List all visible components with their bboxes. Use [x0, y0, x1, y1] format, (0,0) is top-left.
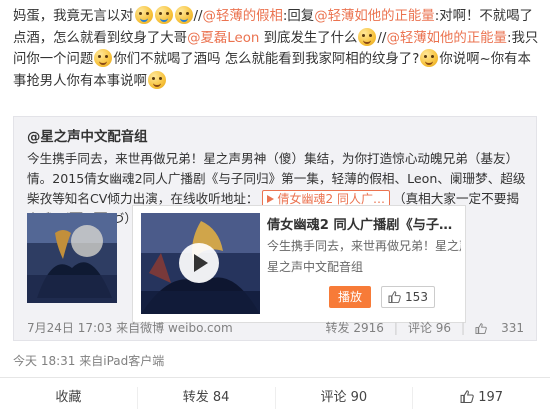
post-text-part: :回复: [282, 9, 315, 24]
thinking-emoji-icon: [358, 27, 377, 46]
repost-like[interactable]: 331: [475, 321, 524, 335]
repost-comment-count[interactable]: 评论 96: [408, 321, 451, 335]
like-button[interactable]: 197: [413, 387, 550, 409]
repost-author[interactable]: @星之声中文配音组: [27, 125, 148, 145]
thumbs-up-icon: [388, 291, 401, 303]
thumbs-up-icon: [475, 323, 487, 334]
user-link-qingbo-zhengnengliang[interactable]: @轻薄如他的正能量: [314, 9, 435, 24]
laugh-cry-emoji-icon: [174, 6, 193, 24]
video-card[interactable]: 倩女幽魂2 同人广播剧《与子同归》… 今生携手同去，来世再做兄弟！星之声… 星之…: [132, 205, 466, 323]
sad-emoji-icon: [420, 49, 439, 67]
thumbs-up-icon: [460, 389, 474, 403]
comment-button[interactable]: 评论 90: [276, 386, 414, 409]
sad-emoji-icon: [94, 49, 113, 67]
video-icon: [266, 195, 274, 203]
laugh-cry-emoji-icon: [154, 6, 173, 24]
post-text-part: 到底发生了什么: [259, 30, 358, 46]
video-like-count: 153: [405, 290, 428, 304]
post-action-bar: 收藏 转发 84 评论 90 197: [0, 377, 550, 417]
repost-source[interactable]: 来自微博 weibo.com: [116, 321, 233, 335]
divider: |: [461, 321, 466, 335]
repost-like-count: 331: [501, 321, 524, 335]
repost-image-thumbnail[interactable]: [27, 213, 117, 303]
like-count: 197: [478, 389, 504, 405]
video-poster[interactable]: [141, 213, 260, 314]
repost-actions: 转发 2916 | 评论 96 | 331: [316, 319, 524, 336]
post-time[interactable]: 今天 18:31: [13, 354, 75, 368]
post-text-part: 妈蛋，我竟无言以对: [13, 9, 134, 24]
play-button[interactable]: 播放: [329, 286, 371, 308]
favorite-button[interactable]: 收藏: [0, 386, 138, 409]
play-icon[interactable]: [179, 243, 219, 283]
post-meta: 今天 18:31 来自iPad客户端: [13, 352, 164, 369]
post-text-part: //: [193, 9, 203, 24]
divider: |: [393, 321, 398, 335]
repost-meta: 7月24日 17:03 来自微博 weibo.com: [27, 319, 233, 336]
video-like-button[interactable]: 153: [381, 286, 435, 308]
post-text: 妈蛋，我竟无言以对//@轻薄的假相:回复@轻薄如他的正能量:对啊！不就喝了点酒，…: [13, 6, 540, 92]
forward-button[interactable]: 转发 84: [138, 386, 276, 409]
video-description: 今生携手同去，来世再做兄弟！星之声…: [267, 239, 461, 253]
repost-forward-count[interactable]: 转发 2916: [326, 321, 384, 335]
repost-time[interactable]: 7月24日 17:03: [27, 321, 112, 335]
repost-box: @星之声中文配音组 今生携手同去，来世再做兄弟！星之声男神（傻）集结，为你打造惊…: [13, 116, 537, 341]
user-link-qingbo-jiaxiang[interactable]: @轻薄的假相: [203, 9, 283, 24]
video-title[interactable]: 倩女幽魂2 同人广播剧《与子同归》…: [267, 214, 461, 233]
post-source[interactable]: 来自iPad客户端: [79, 354, 164, 368]
post-text-part: 你们不就喝了酒吗 怎么就能看到我家阿相的纹身了?: [113, 52, 420, 67]
user-link-xialei-leon[interactable]: @夏磊Leon: [187, 31, 259, 46]
laugh-cry-emoji-icon: [134, 6, 153, 24]
video-link-label: 倩女幽魂2 同人广…: [277, 192, 385, 206]
sad-emoji-icon: [147, 70, 166, 89]
user-link-qingbo-zhengnengliang-2[interactable]: @轻薄如他的正能量: [386, 31, 507, 46]
video-uploader: 星之声中文配音组: [267, 260, 364, 274]
